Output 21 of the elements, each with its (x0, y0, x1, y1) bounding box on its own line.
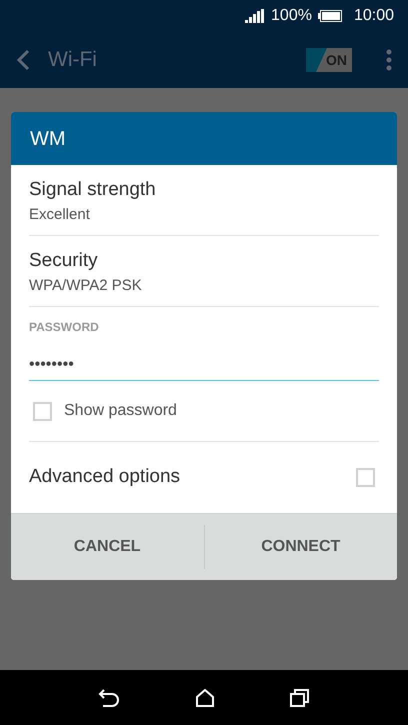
password-field[interactable]: •••••••• (29, 349, 379, 381)
checkbox[interactable] (33, 402, 52, 420)
signal-icon (245, 9, 266, 23)
home-icon[interactable] (194, 688, 215, 706)
screen-title: Wi-Fi (48, 47, 97, 74)
field-label: PASSWORD (29, 319, 100, 336)
recents-icon[interactable] (290, 688, 310, 706)
battery-percent: 100% (271, 6, 312, 26)
info-label: Signal strength (29, 178, 157, 202)
checkbox-label: Show password (64, 401, 177, 421)
dialog-title: WM (30, 126, 66, 152)
clock: 10:00 (354, 6, 394, 26)
info-value: WPA/WPA2 PSK (29, 276, 143, 296)
more-icon[interactable] (386, 49, 392, 71)
battery-icon (318, 10, 342, 22)
dialog-button[interactable]: CANCEL (11, 514, 204, 580)
option-label: Advanced options (29, 465, 180, 490)
info-label: Security (29, 249, 99, 273)
dialog-button[interactable]: CONNECT (204, 514, 397, 580)
info-value: Excellent (29, 205, 91, 225)
checkbox[interactable] (356, 468, 375, 487)
